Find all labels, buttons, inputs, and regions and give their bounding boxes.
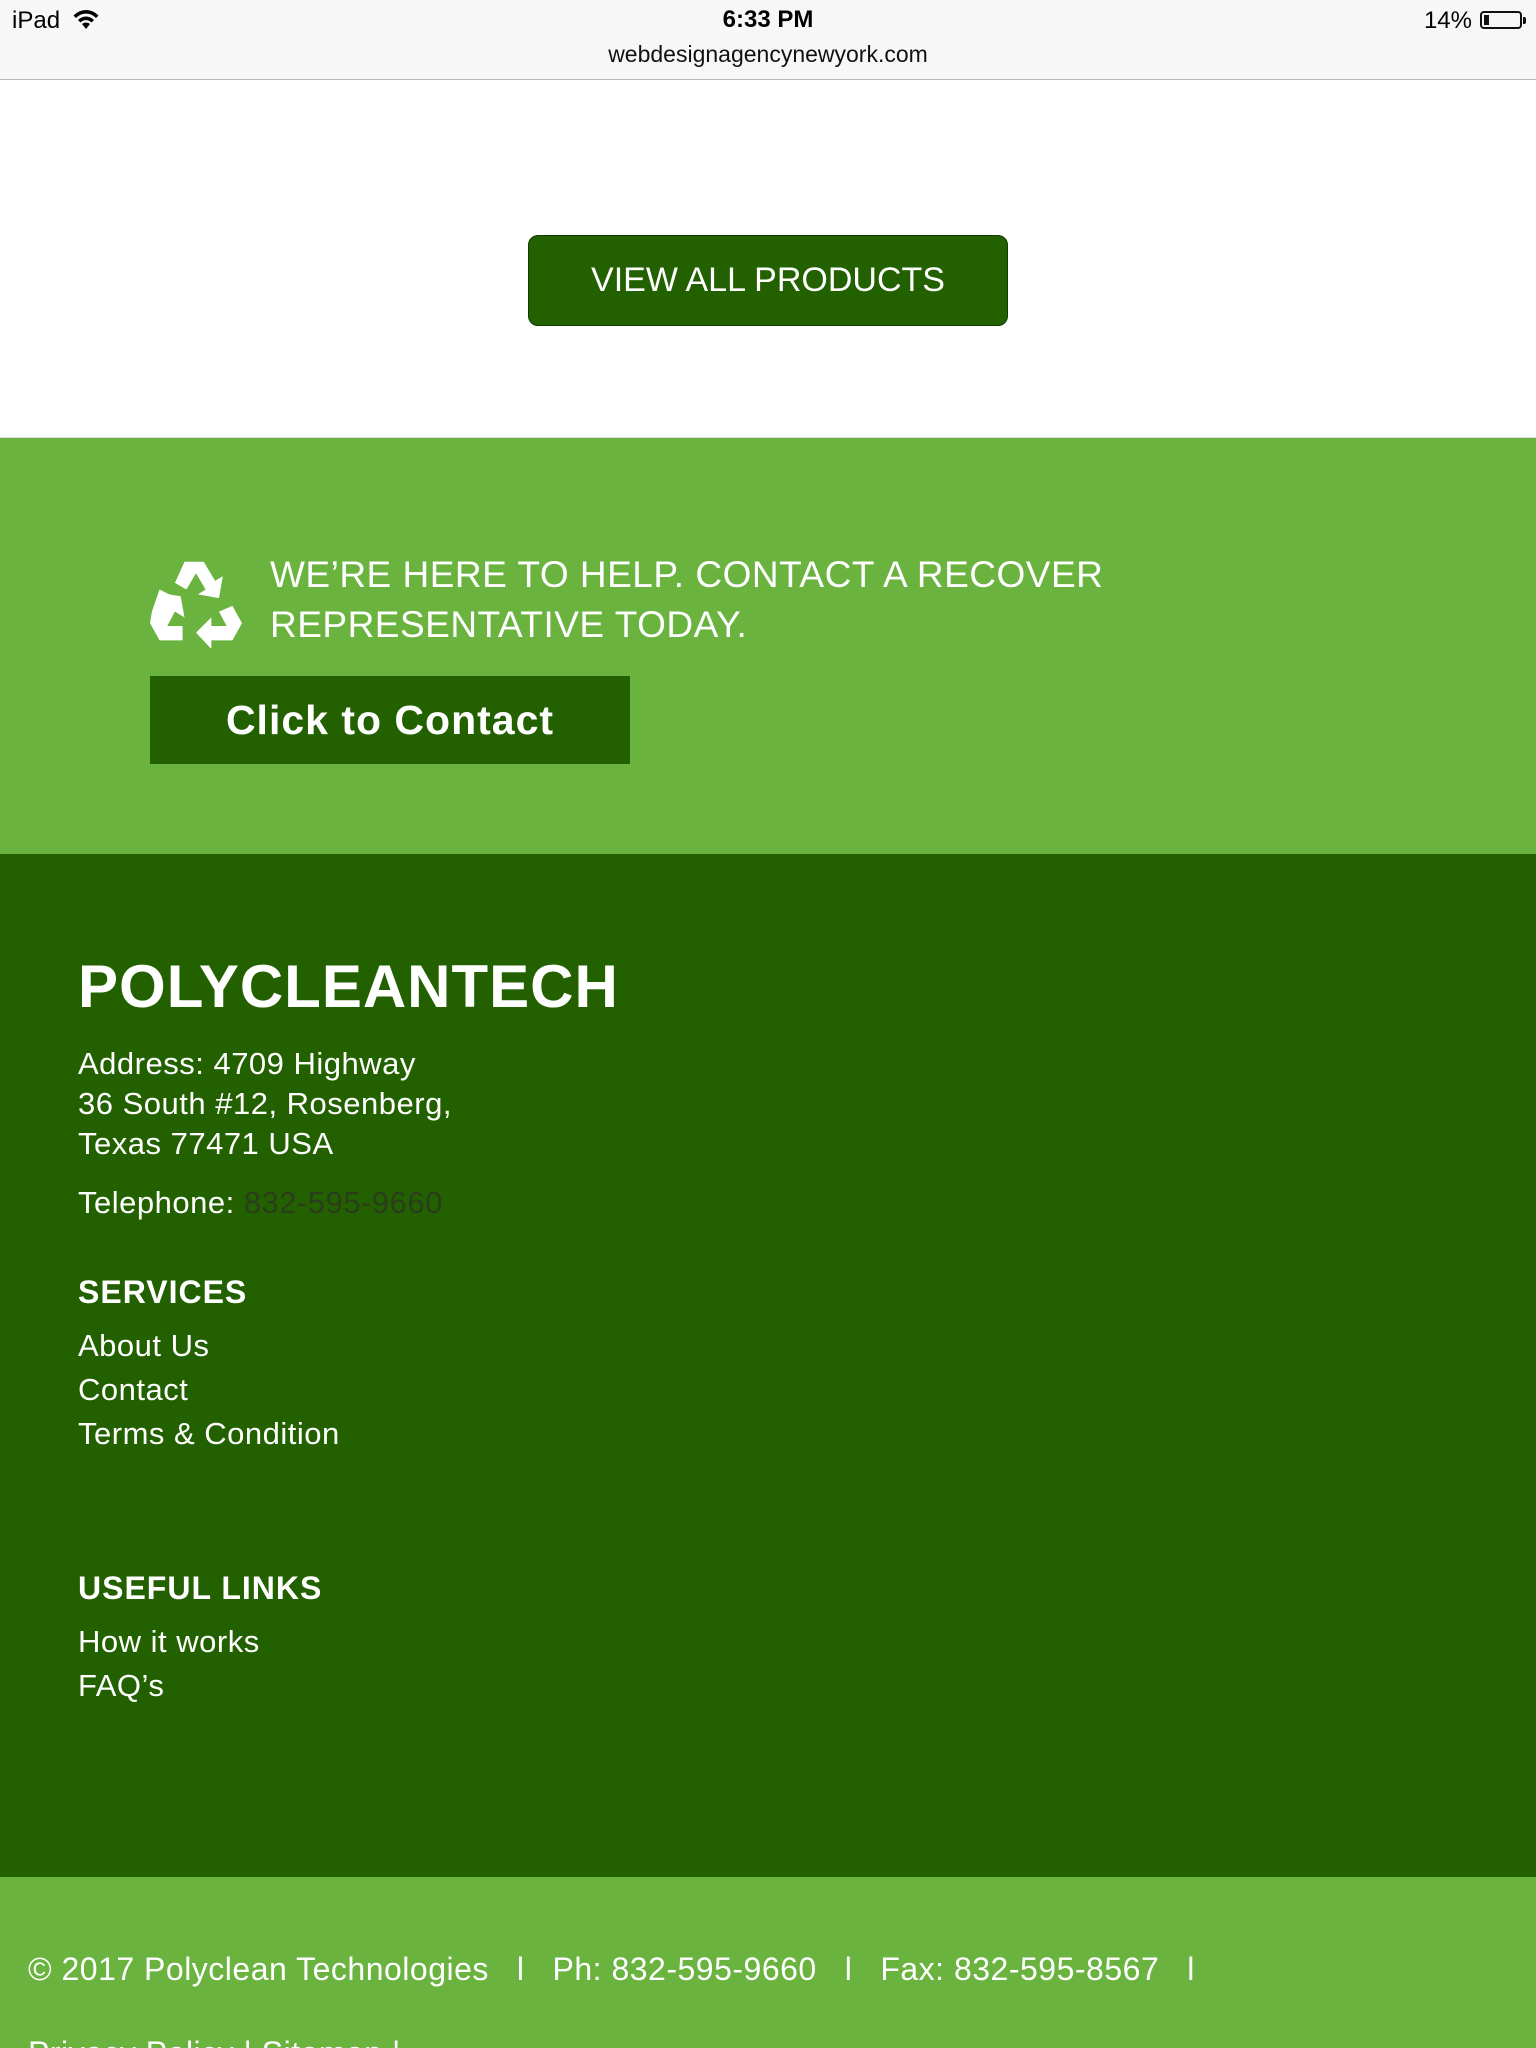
contact-heading: WE’RE HERE TO HELP. CONTACT A RECOVER RE… bbox=[270, 550, 1170, 650]
link-about-us[interactable]: About Us bbox=[78, 1324, 340, 1368]
footer-bottom-bar: © 2017 Polyclean Technologies l Ph: 832-59… bbox=[0, 1877, 1536, 2048]
separator: l bbox=[1187, 1951, 1195, 1987]
contact-cta-band: WE’RE HERE TO HELP. CONTACT A RECOVER RE… bbox=[0, 438, 1536, 854]
view-all-products-button[interactable]: VIEW ALL PRODUCTS bbox=[528, 235, 1008, 326]
services-heading: SERVICES bbox=[78, 1274, 248, 1310]
useful-links: How it works FAQ’s bbox=[78, 1620, 260, 1708]
contact-heading-line2: REPRESENTATIVE TODAY. bbox=[270, 604, 748, 645]
address-line2: 36 South #12, Rosenberg, bbox=[78, 1086, 452, 1121]
bottom-links-cut-off[interactable]: Privacy Policy | Sitemap | bbox=[28, 2035, 401, 2048]
contact-heading-line1: WE’RE HERE TO HELP. CONTACT A RECOVER bbox=[270, 554, 1104, 595]
services-links: About Us Contact Terms & Condition bbox=[78, 1324, 340, 1456]
telephone-link[interactable]: 832-595-9660 bbox=[244, 1185, 443, 1220]
click-to-contact-button[interactable]: Click to Contact bbox=[150, 676, 630, 764]
ios-status-bar: iPad 6:33 PM webdesignagencynewyork.com … bbox=[0, 0, 1536, 80]
footer-phone: Ph: 832-595-9660 bbox=[552, 1951, 817, 1987]
address-line1: Address: 4709 Highway bbox=[78, 1046, 416, 1081]
battery-percentage: 14% bbox=[1423, 7, 1472, 34]
recycle-icon bbox=[150, 561, 242, 648]
footer-brand: POLYCLEANTECH bbox=[78, 953, 619, 1020]
separator: l bbox=[516, 1951, 525, 1987]
telephone-label: Telephone: bbox=[78, 1185, 244, 1220]
copyright-line: © 2017 Polyclean Technologies l Ph: 832-59… bbox=[28, 1951, 1223, 1988]
footer-address: Address: 4709 Highway 36 South #12, Rose… bbox=[78, 1044, 452, 1164]
footer-fax: Fax: 832-595-8567 bbox=[880, 1951, 1160, 1987]
link-contact[interactable]: Contact bbox=[78, 1368, 340, 1412]
link-how-it-works[interactable]: How it works bbox=[78, 1620, 260, 1664]
address-line3: Texas 77471 USA bbox=[78, 1126, 334, 1161]
link-terms-condition[interactable]: Terms & Condition bbox=[78, 1412, 340, 1456]
address-bar-url[interactable]: webdesignagencynewyork.com bbox=[0, 41, 1536, 68]
copyright-text: © 2017 Polyclean Technologies bbox=[28, 1951, 489, 1987]
products-section: VIEW ALL PRODUCTS bbox=[0, 80, 1536, 438]
battery-icon bbox=[1480, 11, 1526, 29]
footer-telephone: Telephone: 832-595-9660 bbox=[78, 1185, 443, 1221]
site-footer: POLYCLEANTECH Address: 4709 Highway 36 S… bbox=[0, 854, 1536, 1877]
battery-level-fill bbox=[1484, 15, 1489, 25]
separator: l bbox=[844, 1951, 853, 1987]
link-faqs[interactable]: FAQ’s bbox=[78, 1664, 260, 1708]
clock: 6:33 PM bbox=[722, 6, 814, 33]
useful-links-heading: USEFUL LINKS bbox=[78, 1570, 323, 1606]
